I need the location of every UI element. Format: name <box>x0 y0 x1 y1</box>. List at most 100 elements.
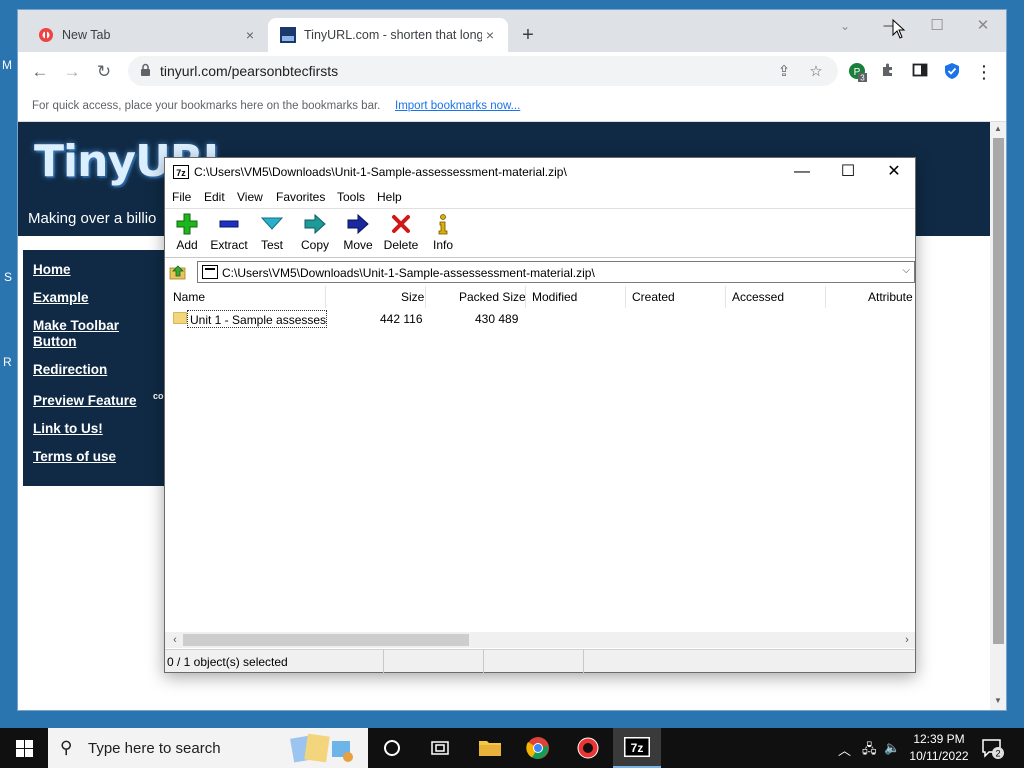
file-packed-size: 430 489 <box>475 312 519 326</box>
tab-close-icon[interactable]: × <box>242 27 258 43</box>
column-size[interactable]: Size <box>401 290 424 304</box>
horizontal-scrollbar[interactable]: ‹ › <box>165 632 915 648</box>
delete-button[interactable]: Delete <box>379 212 423 252</box>
extract-button[interactable]: Extract <box>207 212 251 252</box>
back-button[interactable]: ← <box>28 60 52 84</box>
file-name[interactable]: Unit 1 - Sample assesses... <box>187 310 327 328</box>
chrome-taskbar-button[interactable] <box>514 728 562 768</box>
hscroll-thumb[interactable] <box>183 634 469 646</box>
lock-icon[interactable] <box>140 63 151 77</box>
status-selection: 0 / 1 object(s) selected <box>165 650 384 673</box>
nav-home-link[interactable]: Home <box>33 262 71 278</box>
import-bookmarks-link[interactable]: Import bookmarks now... <box>395 100 520 112</box>
column-separator[interactable] <box>325 286 326 308</box>
opera-taskbar-button[interactable] <box>564 728 612 768</box>
nav-link-to-us-link[interactable]: Link to Us! <box>33 421 103 437</box>
start-button[interactable] <box>0 728 48 768</box>
nav-terms-link[interactable]: Terms of use <box>33 449 116 465</box>
task-view-button[interactable] <box>416 728 464 768</box>
column-modified[interactable]: Modified <box>532 290 577 304</box>
sevenzip-maximize-button[interactable]: ☐ <box>825 158 871 186</box>
nav-redirection-link[interactable]: Redirection <box>33 362 107 378</box>
sevenzip-taskbar-label: 7z <box>631 741 644 755</box>
extension-p-icon[interactable]: P3 <box>848 62 868 83</box>
menu-help[interactable]: Help <box>377 190 402 204</box>
column-name[interactable]: Name <box>173 290 205 304</box>
scroll-down-arrow-icon[interactable]: ▼ <box>990 696 1006 705</box>
taskbar-clock[interactable]: 12:39 PM 10/11/2022 <box>904 731 974 765</box>
file-explorer-button[interactable] <box>466 728 514 768</box>
chevron-down-icon[interactable]: ⌵ <box>902 265 910 276</box>
test-button[interactable]: Test <box>250 212 294 252</box>
column-packed-size[interactable]: Packed Size <box>459 290 526 304</box>
task-view-cortana-button[interactable] <box>368 728 416 768</box>
url-text[interactable]: tinyurl.com/pearsonbtecfirsts <box>160 63 338 79</box>
nav-toolbar-button-link[interactable]: Make Toolbar Button <box>33 318 153 350</box>
chrome-icon <box>526 737 549 759</box>
sevenzip-path[interactable]: C:\Users\VM5\Downloads\Unit-1-Sample-ass… <box>222 266 595 280</box>
sevenzip-close-button[interactable]: ✕ <box>871 158 917 186</box>
column-separator[interactable] <box>425 286 426 308</box>
close-window-button[interactable]: ✕ <box>960 10 1006 42</box>
column-created[interactable]: Created <box>632 290 675 304</box>
page-scrollbar[interactable]: ▲ ▼ <box>990 122 1006 710</box>
copy-button[interactable]: Copy <box>293 212 337 252</box>
tab-close-icon[interactable]: × <box>482 27 498 43</box>
folder-up-icon[interactable] <box>169 263 187 281</box>
menu-view[interactable]: View <box>237 190 263 204</box>
column-separator[interactable] <box>625 286 626 308</box>
extract-label: Extract <box>210 238 248 252</box>
nav-example-link[interactable]: Example <box>33 290 89 306</box>
tab-search-chevron-icon[interactable]: ⌄ <box>822 10 868 42</box>
shield-extension-icon[interactable] <box>942 62 962 82</box>
column-separator[interactable] <box>725 286 726 308</box>
column-separator[interactable] <box>825 286 826 308</box>
forward-button[interactable]: → <box>60 60 84 84</box>
side-panel-icon[interactable] <box>910 62 930 82</box>
preview-sup: co <box>153 391 164 401</box>
info-icon <box>438 214 448 235</box>
menu-kebab-icon[interactable]: ⋮ <box>974 62 994 82</box>
clock-date: 10/11/2022 <box>909 749 969 763</box>
file-size: 442 116 <box>380 312 423 326</box>
mouse-cursor-icon <box>892 19 906 39</box>
maximize-button[interactable]: ☐ <box>914 10 960 42</box>
column-attribute[interactable]: Attribute <box>868 290 913 304</box>
move-button[interactable]: Move <box>336 212 380 252</box>
sevenzip-titlebar[interactable]: 7z C:\Users\VM5\Downloads\Unit-1-Sample-… <box>165 158 915 186</box>
menu-file[interactable]: File <box>172 190 191 204</box>
scroll-up-arrow-icon[interactable]: ▲ <box>990 124 1006 133</box>
folder-icon <box>479 741 501 756</box>
scroll-right-arrow-icon[interactable]: › <box>899 632 915 648</box>
add-button[interactable]: Add <box>165 212 209 252</box>
menu-edit[interactable]: Edit <box>204 190 225 204</box>
scroll-left-arrow-icon[interactable]: ‹ <box>167 632 183 648</box>
search-placeholder[interactable]: Type here to search <box>88 740 221 757</box>
menu-tools[interactable]: Tools <box>337 190 365 204</box>
taskbar-search-box[interactable]: ⚲ Type here to search <box>48 728 368 768</box>
reload-button[interactable]: ↻ <box>92 60 116 84</box>
extensions-puzzle-icon[interactable] <box>878 62 898 82</box>
share-icon[interactable]: ⇪ <box>774 62 794 80</box>
tab-tinyurl[interactable]: TinyURL.com - shorten that long × <box>268 18 508 52</box>
bookmark-star-icon[interactable]: ☆ <box>806 62 826 80</box>
minimize-button[interactable]: — <box>868 10 914 42</box>
new-tab-button[interactable]: + <box>516 24 540 48</box>
sevenzip-minimize-button[interactable]: — <box>779 158 825 186</box>
column-accessed[interactable]: Accessed <box>732 290 784 304</box>
tab-new-tab[interactable]: New Tab × <box>26 18 268 52</box>
tray-chevron-up-icon[interactable]: ︿ <box>838 740 851 759</box>
network-icon[interactable]: 🖧 <box>862 740 877 762</box>
column-separator[interactable] <box>525 286 526 308</box>
sevenzip-path-combobox[interactable]: C:\Users\VM5\Downloads\Unit-1-Sample-ass… <box>197 261 915 283</box>
notification-center-button[interactable]: 2 <box>980 736 1004 760</box>
info-button[interactable]: Info <box>421 212 465 252</box>
nav-preview-feature-link[interactable]: Preview Feature <box>33 393 137 409</box>
add-label: Add <box>176 238 198 252</box>
menu-favorites[interactable]: Favorites <box>276 190 325 204</box>
file-row[interactable]: Unit 1 - Sample assesses... 442 116 430 … <box>171 310 915 328</box>
volume-icon[interactable]: 🔈 <box>884 740 900 756</box>
sevenzip-taskbar-button[interactable]: 7z <box>613 728 661 768</box>
scrollbar-thumb[interactable] <box>993 138 1004 644</box>
address-bar[interactable]: tinyurl.com/pearsonbtecfirsts ⇪ ☆ <box>128 56 838 86</box>
